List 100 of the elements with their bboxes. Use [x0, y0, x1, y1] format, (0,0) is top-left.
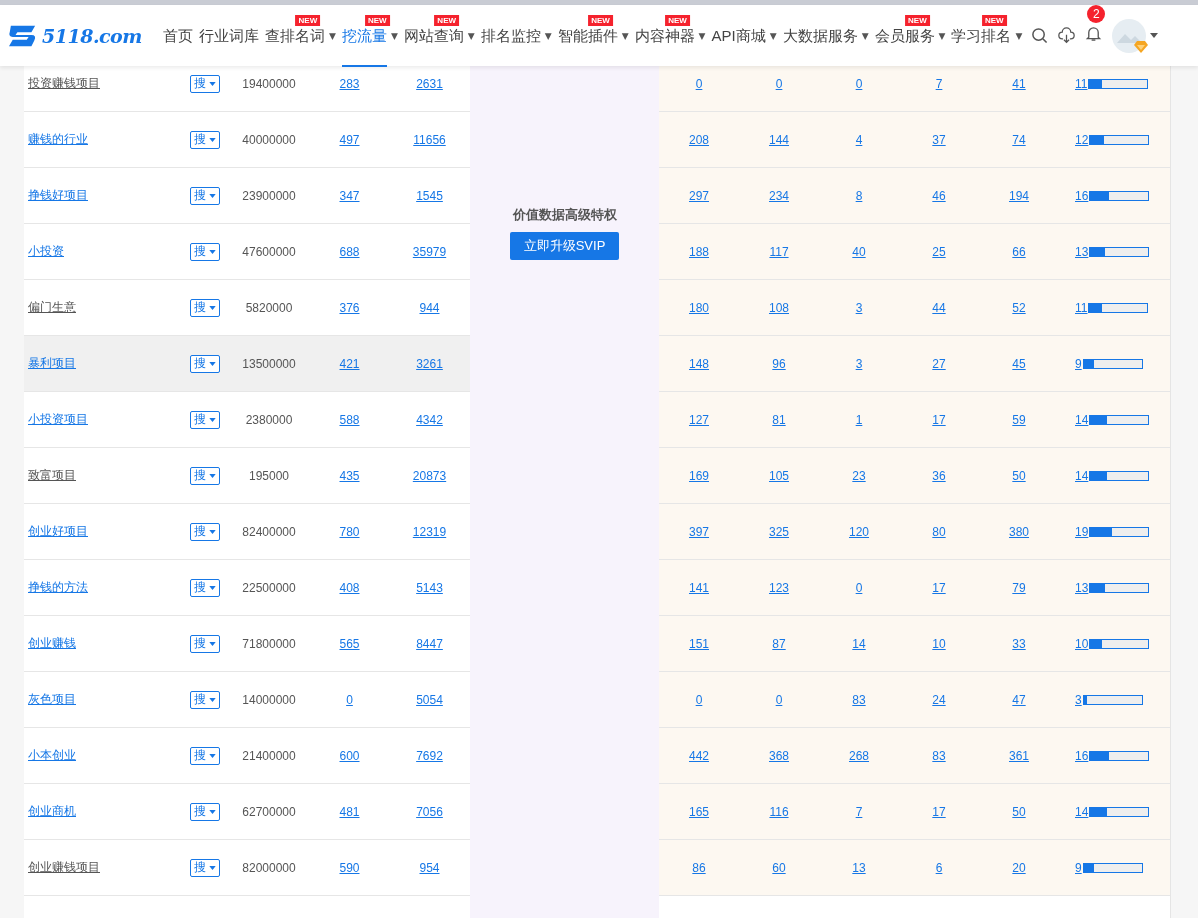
value-link[interactable]: 59	[1012, 412, 1026, 427]
caret-icon[interactable]	[209, 193, 216, 198]
nav-item[interactable]: 智能插件	[557, 26, 618, 67]
score-link[interactable]: 13	[1075, 580, 1089, 595]
keyword-link[interactable]: 偏门生意	[28, 299, 76, 316]
value-link[interactable]: 83	[852, 692, 866, 707]
value-link[interactable]: 0	[695, 76, 703, 91]
value-link[interactable]: 36	[932, 468, 946, 483]
caret-icon[interactable]	[209, 865, 216, 870]
score-link[interactable]: 19	[1075, 524, 1089, 539]
value-link[interactable]: 600	[339, 748, 360, 763]
score-link[interactable]: 11	[1075, 76, 1088, 91]
nav-item[interactable]: 首页	[163, 26, 193, 67]
value-link[interactable]: 33	[1012, 636, 1026, 651]
keyword-link[interactable]: 创业赚钱	[28, 635, 76, 652]
caret-icon[interactable]	[209, 473, 216, 478]
value-link[interactable]: 7	[855, 804, 863, 819]
score-link[interactable]: 14	[1075, 804, 1089, 819]
value-link[interactable]: 954	[419, 860, 440, 875]
value-link[interactable]: 74	[1012, 132, 1026, 147]
value-link[interactable]: 4	[855, 132, 863, 147]
search-dropdown-button[interactable]: 搜	[190, 242, 220, 261]
value-link[interactable]: 442	[689, 748, 709, 763]
value-link[interactable]: 688	[339, 244, 360, 259]
value-link[interactable]: 108	[769, 300, 789, 315]
keyword-link[interactable]: 创业好项目	[28, 523, 88, 540]
keyword-link[interactable]: 小投资	[28, 243, 64, 260]
value-link[interactable]: 944	[419, 300, 440, 315]
value-link[interactable]: 325	[769, 524, 789, 539]
value-link[interactable]: 1545	[416, 188, 443, 203]
value-link[interactable]: 141	[689, 580, 709, 595]
value-link[interactable]: 87	[772, 636, 786, 651]
value-link[interactable]: 41	[1012, 76, 1026, 91]
nav-item[interactable]: 内容神器	[634, 26, 695, 67]
value-link[interactable]: 0	[855, 580, 863, 595]
value-link[interactable]: 2631	[416, 76, 443, 91]
score-link[interactable]: 10	[1075, 636, 1089, 651]
caret-icon[interactable]	[209, 697, 216, 702]
value-link[interactable]: 17	[932, 804, 946, 819]
caret-icon[interactable]	[209, 361, 216, 366]
value-link[interactable]: 7	[935, 76, 943, 91]
caret-icon[interactable]	[209, 809, 216, 814]
value-link[interactable]: 0	[346, 692, 353, 707]
value-link[interactable]: 13	[852, 860, 866, 875]
caret-icon[interactable]: ▼	[390, 30, 398, 41]
nav-item[interactable]: 网站查询	[403, 26, 464, 67]
value-link[interactable]: 45	[1012, 356, 1026, 371]
value-link[interactable]: 588	[339, 412, 360, 427]
value-link[interactable]: 8447	[416, 636, 443, 651]
keyword-link[interactable]: 灰色项目	[28, 691, 76, 708]
search-dropdown-button[interactable]: 搜	[190, 522, 220, 541]
value-link[interactable]: 24	[932, 692, 946, 707]
score-link[interactable]: 11	[1075, 300, 1088, 315]
value-link[interactable]: 40	[852, 244, 866, 259]
value-link[interactable]: 50	[1012, 804, 1026, 819]
search-dropdown-button[interactable]: 搜	[190, 354, 220, 373]
score-link[interactable]: 16	[1075, 748, 1089, 763]
caret-icon[interactable]	[1150, 33, 1159, 38]
score-link[interactable]: 12	[1075, 132, 1089, 147]
value-link[interactable]: 590	[339, 860, 360, 875]
value-link[interactable]: 44	[932, 300, 946, 315]
value-link[interactable]: 148	[689, 356, 709, 371]
caret-icon[interactable]	[209, 753, 216, 758]
keyword-link[interactable]: 挣钱好项目	[28, 187, 88, 204]
value-link[interactable]: 50	[1012, 468, 1026, 483]
value-link[interactable]: 80	[932, 524, 946, 539]
caret-icon[interactable]	[209, 305, 216, 310]
nav-item[interactable]: 查排名词	[265, 26, 325, 67]
value-link[interactable]: 35979	[412, 244, 447, 259]
value-link[interactable]: 5143	[416, 580, 443, 595]
value-link[interactable]: 361	[1009, 748, 1029, 763]
cloud-download-icon[interactable]	[1058, 27, 1076, 44]
value-link[interactable]: 165	[689, 804, 709, 819]
score-link[interactable]: 13	[1075, 244, 1089, 259]
value-link[interactable]: 780	[339, 524, 360, 539]
value-link[interactable]: 297	[689, 188, 709, 203]
value-link[interactable]: 105	[769, 468, 789, 483]
caret-icon[interactable]: ▼	[329, 30, 336, 41]
caret-icon[interactable]	[209, 249, 216, 254]
value-link[interactable]: 96	[772, 356, 786, 371]
search-dropdown-button[interactable]: 搜	[190, 802, 220, 821]
search-dropdown-button[interactable]: 搜	[190, 746, 220, 765]
value-link[interactable]: 3261	[416, 356, 443, 371]
value-link[interactable]: 194	[1009, 188, 1029, 203]
value-link[interactable]: 268	[849, 748, 869, 763]
value-link[interactable]: 27	[932, 356, 946, 371]
caret-icon[interactable]	[209, 81, 216, 86]
search-dropdown-button[interactable]: 搜	[190, 186, 220, 205]
value-link[interactable]: 86	[692, 860, 706, 875]
value-link[interactable]: 17	[932, 580, 946, 595]
value-link[interactable]: 0	[775, 692, 783, 707]
value-link[interactable]: 3	[855, 300, 863, 315]
value-link[interactable]: 14	[852, 636, 866, 651]
nav-item[interactable]: 行业词库	[199, 26, 259, 67]
caret-icon[interactable]	[209, 137, 216, 142]
caret-icon[interactable]: ▼	[544, 30, 552, 41]
keyword-link[interactable]: 小投资项目	[28, 411, 88, 428]
bell-icon[interactable]	[1085, 25, 1103, 42]
value-link[interactable]: 3	[855, 356, 863, 371]
keyword-link[interactable]: 创业商机	[28, 803, 76, 820]
